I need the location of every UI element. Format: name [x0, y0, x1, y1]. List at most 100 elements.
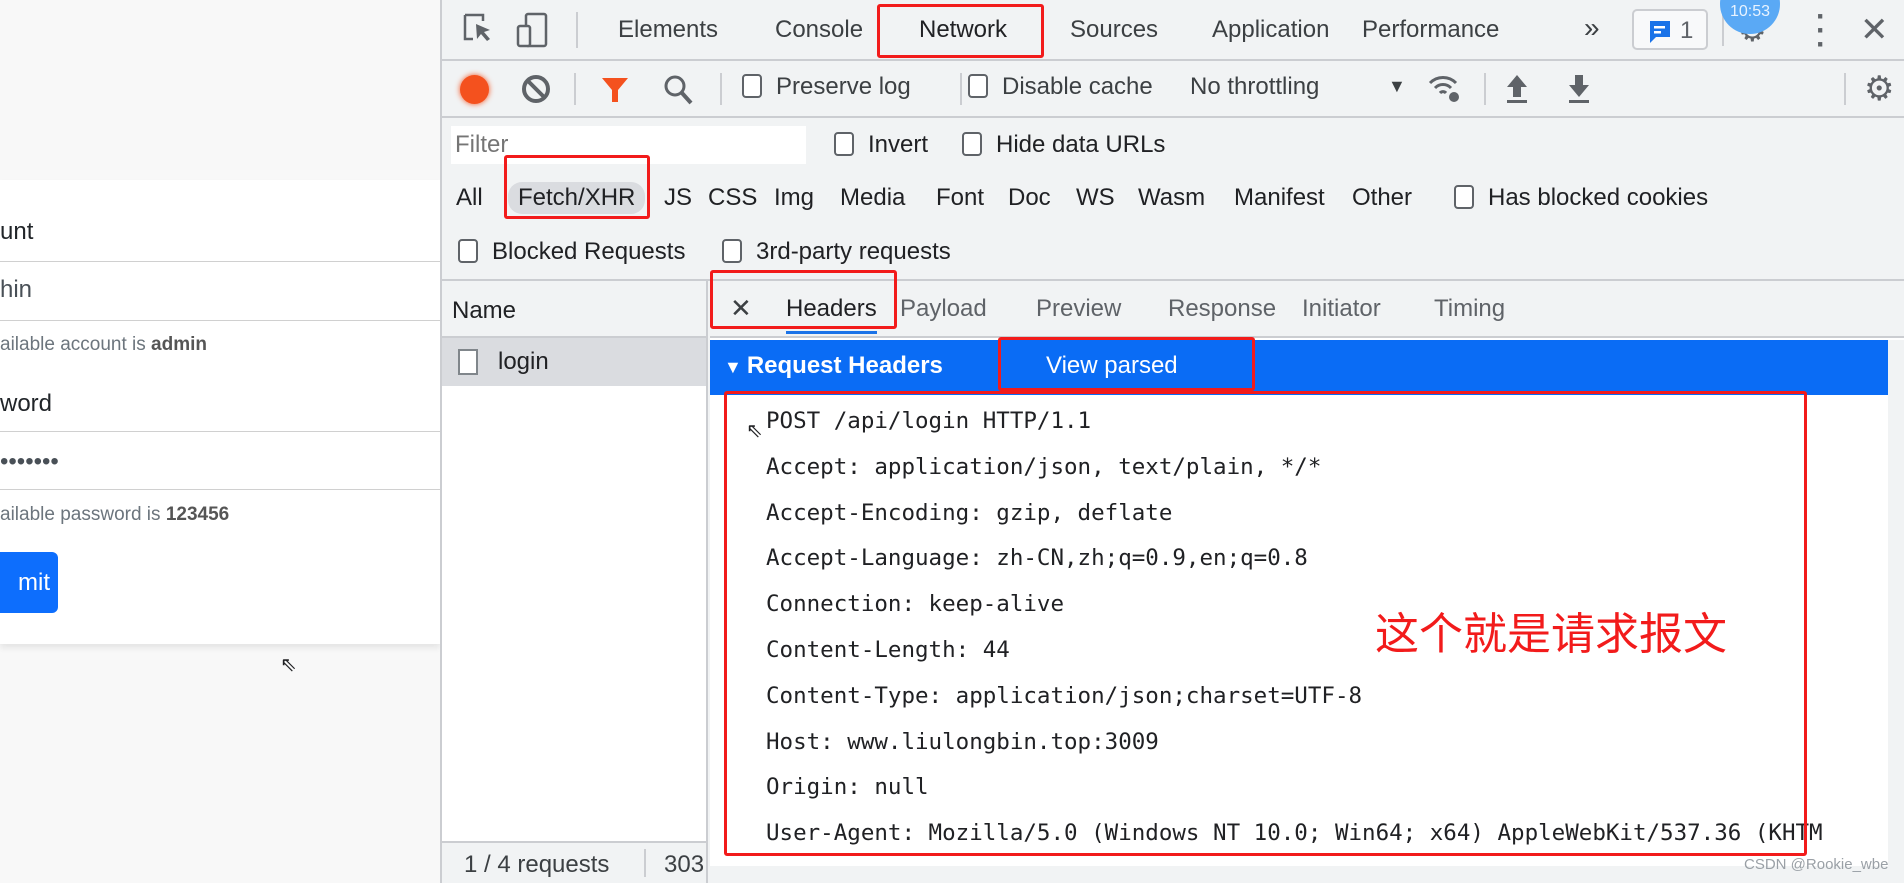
- disable-cache-checkbox[interactable]: Disable cache: [968, 73, 1153, 101]
- type-filter-fetch-xhr[interactable]: Fetch/XHR: [508, 182, 646, 214]
- detail-tab-headers[interactable]: Headers: [786, 295, 877, 334]
- device-toolbar-icon[interactable]: [516, 12, 550, 55]
- web-page: unt hin ailable account is admin word ••…: [0, 0, 440, 883]
- import-har-icon[interactable]: [1504, 73, 1530, 112]
- account-input[interactable]: hin: [0, 276, 440, 321]
- issues-count: 1: [1680, 17, 1694, 44]
- blocked-requests-label: Blocked Requests: [492, 238, 686, 265]
- tab-application[interactable]: Application: [1212, 16, 1329, 44]
- raw-header-line: Accept: application/json, text/plain, */…: [766, 453, 1322, 480]
- more-tabs-button[interactable]: »: [1584, 12, 1600, 44]
- devtools-panel: Elements Console Network Sources Applica…: [440, 0, 1904, 883]
- request-headers-section-header[interactable]: ▼ Request Headers View parsed: [710, 340, 1888, 395]
- mouse-cursor-icon: ⇖: [280, 654, 297, 676]
- raw-header-line: Content-Length: 44: [766, 637, 1010, 663]
- disable-cache-label: Disable cache: [1002, 73, 1153, 100]
- password-hint: ailable password is 123456: [0, 504, 229, 526]
- request-name: login: [498, 348, 549, 375]
- type-filter-font[interactable]: Font: [936, 182, 984, 214]
- record-icon[interactable]: [460, 75, 489, 104]
- kebab-menu-icon[interactable]: · · ·: [1816, 2, 1826, 60]
- name-header-label: Name: [452, 297, 517, 324]
- account-hint: ailable account is admin: [0, 334, 207, 356]
- type-filter-media[interactable]: Media: [840, 182, 905, 214]
- tab-performance[interactable]: Performance: [1362, 16, 1499, 44]
- resource-type-filters: All Fetch/XHR JS CSS Img Media Font Doc WS Wasm Ma…: [442, 176, 1442, 224]
- tab-console[interactable]: Console: [775, 16, 863, 44]
- raw-header-line: POST /api/login HTTP/1.1: [766, 408, 1092, 434]
- request-count: 1 / 4 requests: [464, 851, 610, 878]
- hide-data-urls-label: Hide data URLs: [996, 131, 1166, 158]
- has-blocked-cookies-checkbox[interactable]: Has blocked cookies: [1454, 184, 1708, 212]
- inspect-element-icon[interactable]: [462, 12, 494, 53]
- type-filter-other[interactable]: Other: [1352, 182, 1412, 214]
- request-row-login[interactable]: login: [442, 338, 706, 386]
- login-card: unt hin ailable account is admin word ••…: [0, 180, 440, 644]
- invert-label: Invert: [868, 131, 929, 158]
- type-filter-ws[interactable]: WS: [1076, 182, 1115, 214]
- raw-header-line: Accept-Language: zh-CN,zh;q=0.9,en;q=0.8: [766, 545, 1308, 572]
- password-input[interactable]: •••••••: [0, 448, 440, 490]
- invert-checkbox[interactable]: Invert: [834, 131, 928, 159]
- detail-tab-timing[interactable]: Timing: [1434, 295, 1505, 323]
- horizontal-scrollbar[interactable]: [710, 866, 1888, 883]
- raw-header-line: Origin: null: [766, 774, 929, 801]
- network-toolbar: Preserve log Disable cache No throttling…: [442, 61, 1904, 118]
- raw-header-line: Host: www.liulongbin.top:3009: [766, 728, 1159, 755]
- type-filter-all[interactable]: All: [456, 182, 483, 214]
- blocked-requests-checkbox[interactable]: Blocked Requests: [458, 238, 685, 266]
- devtools-tab-bar: Elements Console Network Sources Applica…: [442, 0, 1904, 61]
- divider: [0, 388, 440, 432]
- third-party-label: 3rd-party requests: [756, 238, 951, 265]
- issues-button[interactable]: 1: [1632, 9, 1708, 50]
- type-filter-img[interactable]: Img: [774, 182, 814, 214]
- filter-input[interactable]: [451, 126, 806, 164]
- close-devtools-icon[interactable]: ✕: [1860, 10, 1889, 50]
- annotation-text: 这个就是请求报文: [1375, 610, 1727, 659]
- hint-text: ailable password is: [0, 504, 166, 525]
- clock-overlay: 10:53: [1720, 0, 1780, 34]
- message-icon: [1650, 21, 1670, 43]
- triangle-down-icon: ▼: [724, 357, 747, 377]
- watermark: CSDN @Rookie_wbe: [1744, 856, 1889, 873]
- tab-elements[interactable]: Elements: [618, 16, 718, 44]
- throttling-select[interactable]: No throttling ▼: [1190, 73, 1406, 101]
- name-column-header[interactable]: Name: [442, 281, 706, 338]
- hide-data-urls-checkbox[interactable]: Hide data URLs: [962, 131, 1165, 159]
- tab-sources[interactable]: Sources: [1070, 16, 1158, 44]
- detail-tab-response[interactable]: Response: [1168, 295, 1276, 323]
- export-har-icon[interactable]: [1566, 73, 1592, 112]
- request-headers-title: ▼ Request Headers: [724, 352, 943, 380]
- filter-funnel-icon[interactable]: [600, 75, 630, 112]
- raw-header-line: User-Agent: Mozilla/5.0 (Windows NT 10.0…: [766, 820, 1823, 847]
- divider: [0, 216, 440, 262]
- detail-tab-initiator[interactable]: Initiator: [1302, 295, 1381, 323]
- preserve-log-label: Preserve log: [776, 73, 911, 100]
- raw-header-line: Accept-Encoding: gzip, deflate: [766, 499, 1173, 526]
- close-detail-icon[interactable]: ✕: [730, 293, 752, 324]
- detail-tab-preview[interactable]: Preview: [1036, 295, 1121, 323]
- raw-header-line: Connection: keep-alive: [766, 591, 1065, 618]
- type-filter-wasm[interactable]: Wasm: [1138, 182, 1205, 214]
- type-filter-css[interactable]: CSS: [708, 182, 757, 214]
- type-filter-js[interactable]: JS: [664, 182, 692, 214]
- hint-value: 123456: [165, 504, 230, 525]
- raw-header-line: Content-Type: application/json;charset=U…: [766, 682, 1363, 709]
- hint-text: ailable account is: [0, 334, 152, 355]
- view-parsed-link[interactable]: View parsed: [1046, 352, 1178, 380]
- type-filter-manifest[interactable]: Manifest: [1234, 182, 1325, 214]
- tab-network[interactable]: Network: [919, 16, 1007, 44]
- type-filter-doc[interactable]: Doc: [1008, 182, 1051, 214]
- submit-button[interactable]: mit: [0, 552, 58, 613]
- mouse-cursor-icon: ⇖: [746, 420, 763, 442]
- network-settings-gear-icon[interactable]: ⚙: [1864, 69, 1894, 109]
- search-icon[interactable]: [662, 73, 694, 114]
- detail-tab-payload[interactable]: Payload: [900, 295, 987, 323]
- preserve-log-checkbox[interactable]: Preserve log: [742, 73, 911, 101]
- scrollbar[interactable]: [1888, 340, 1904, 883]
- third-party-requests-checkbox[interactable]: 3rd-party requests: [722, 238, 951, 266]
- network-conditions-icon[interactable]: [1428, 73, 1462, 112]
- chevron-down-icon: ▼: [1388, 76, 1406, 96]
- hint-value: admin: [151, 334, 207, 355]
- clear-icon[interactable]: [520, 73, 552, 112]
